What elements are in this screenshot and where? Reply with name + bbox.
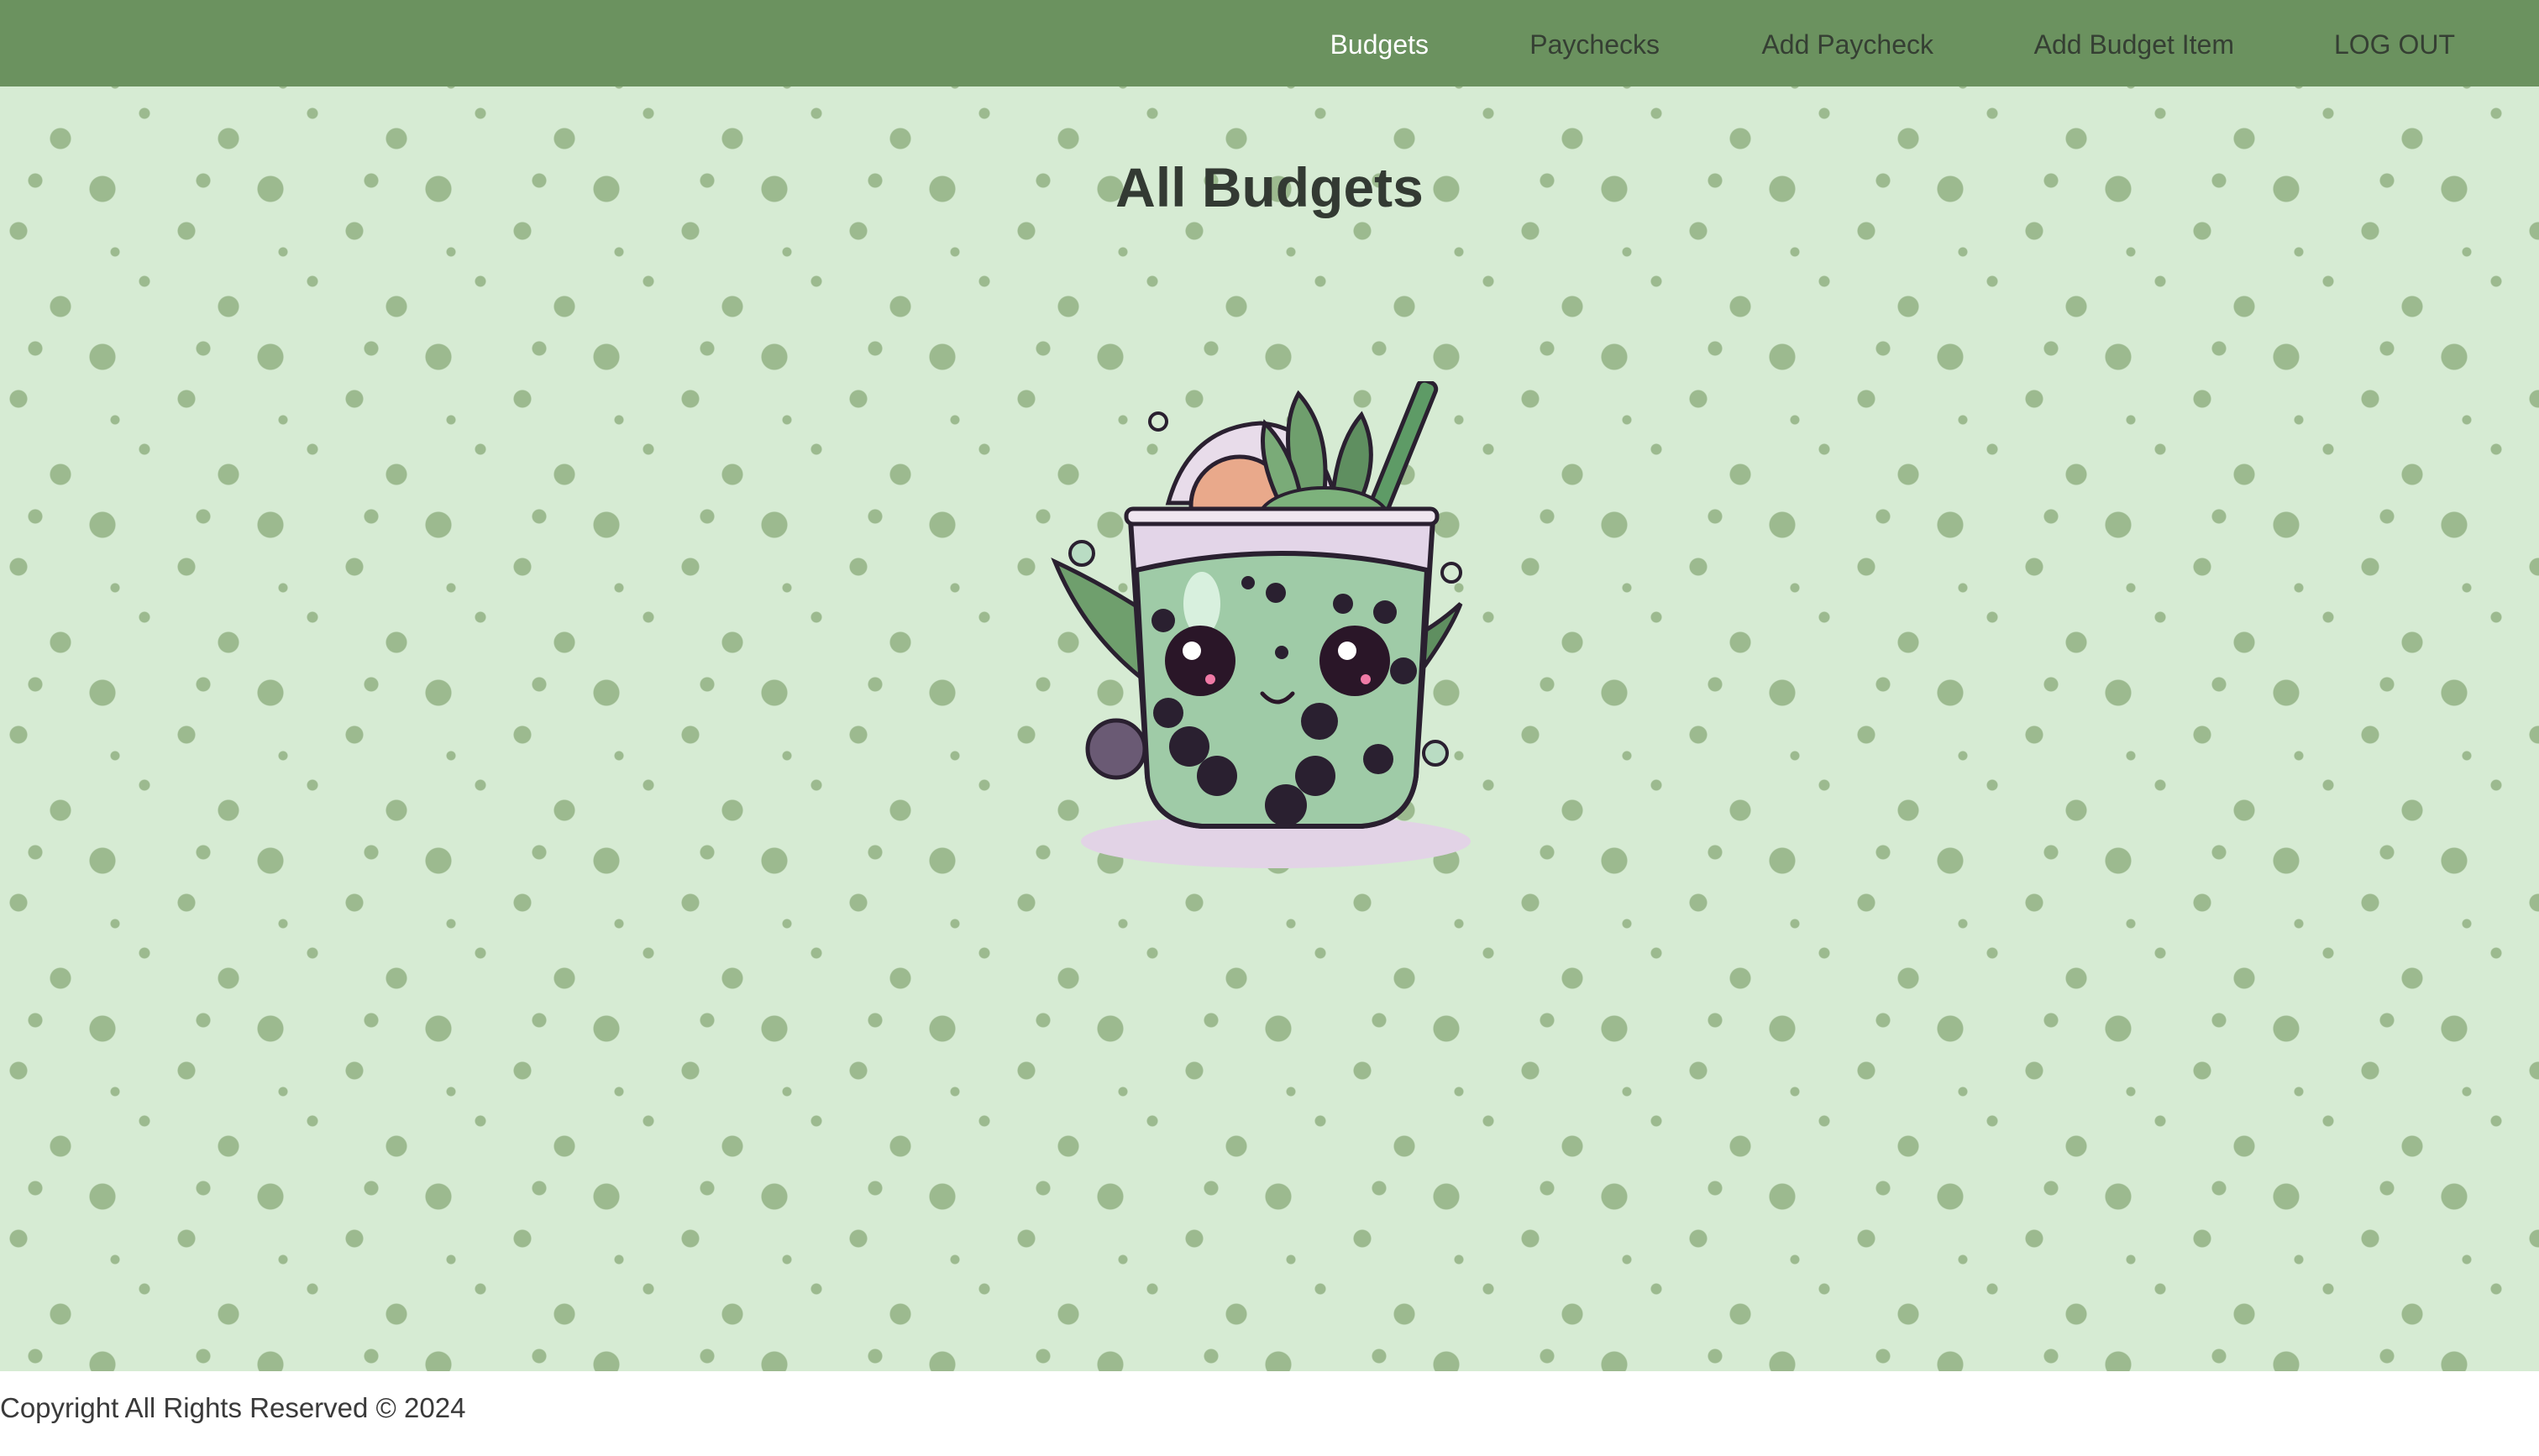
right-eye-sparkle (1361, 674, 1371, 684)
boba-pearl (1241, 576, 1255, 589)
bubble (1422, 740, 1449, 767)
left-eye-shine (1183, 642, 1201, 660)
logout-link[interactable]: LOG OUT (2334, 0, 2455, 86)
copyright-text: Copyright All Rights Reserved © 2024 (0, 1392, 466, 1423)
boba-pearl (1153, 698, 1183, 728)
boba-pearl (1295, 756, 1335, 796)
right-eye-shine (1338, 642, 1356, 660)
right-eye (1319, 626, 1390, 696)
boba-tea-mascot-illustration (1051, 381, 1471, 868)
straw (1367, 381, 1439, 518)
blackberry (1085, 718, 1147, 780)
nav-budgets-link[interactable]: Budgets (1330, 0, 1429, 86)
cup-lid-rim (1124, 506, 1440, 526)
nav-add-budget-item-link[interactable]: Add Budget Item (2034, 0, 2234, 86)
top-navbar: Budgets Paychecks Add Paycheck Add Budge… (0, 0, 2539, 86)
left-eye-sparkle (1205, 674, 1215, 684)
boba-pearl (1390, 657, 1417, 684)
bubble (1440, 562, 1462, 584)
nav-add-paycheck-link[interactable]: Add Paycheck (1761, 0, 1933, 86)
boba-pearl (1265, 784, 1307, 826)
boba-pearl (1151, 609, 1175, 632)
boba-pearl (1301, 703, 1338, 740)
page-footer: Copyright All Rights Reserved © 2024 (0, 1371, 2539, 1456)
page-title: All Budgets (1115, 156, 1424, 218)
bubble (1148, 411, 1168, 432)
nav-paychecks-link[interactable]: Paychecks (1529, 0, 1660, 86)
boba-pearl (1197, 756, 1237, 796)
left-eye (1165, 626, 1235, 696)
boba-pearl (1169, 726, 1209, 767)
boba-pearl (1333, 594, 1353, 614)
boba-pearl (1373, 600, 1397, 624)
boba-pearl (1363, 744, 1393, 774)
bubble (1068, 540, 1095, 567)
boba-pearl (1275, 646, 1288, 659)
boba-pearl (1266, 583, 1286, 603)
main-content: All Budgets (0, 86, 2539, 1371)
